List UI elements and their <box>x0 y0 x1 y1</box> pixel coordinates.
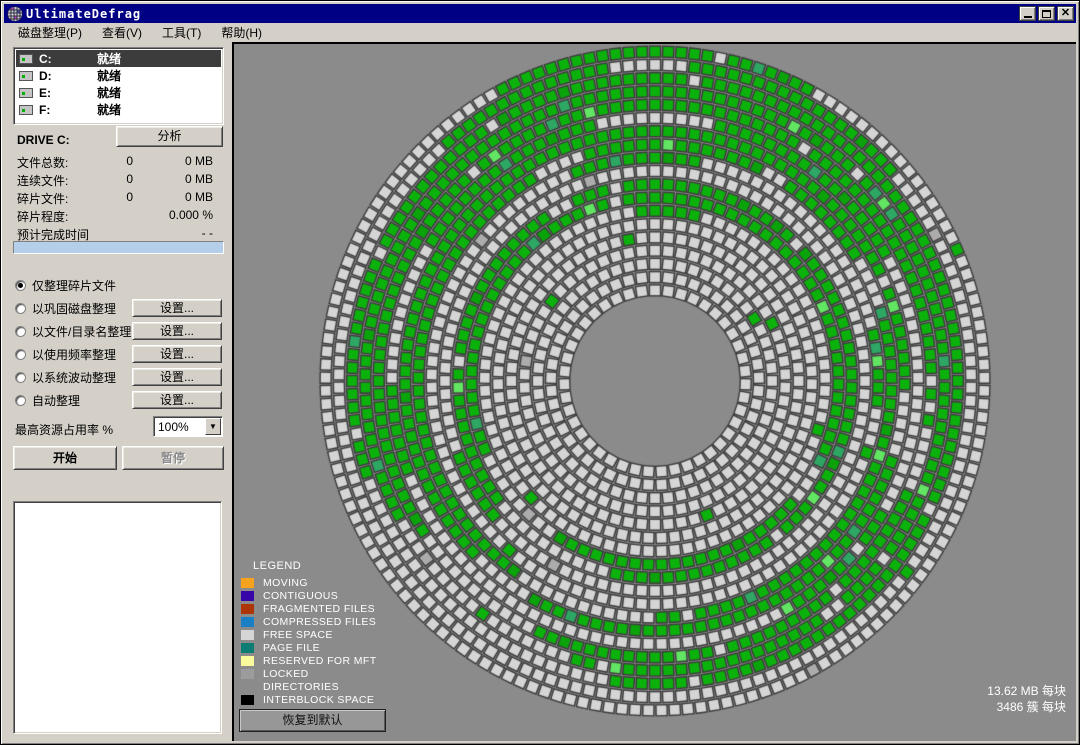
window-title: UltimateDefrag <box>26 7 141 21</box>
legend-item-page-file: PAGE FILE <box>241 641 377 654</box>
legend-item-contiguous: CONTIGUOUS <box>241 589 377 602</box>
drive-row-e[interactable]: E: 就绪 <box>16 84 221 101</box>
settings-button-auto[interactable]: 设置... <box>132 391 222 409</box>
radio-icon <box>15 349 26 360</box>
resource-usage-value: 100% <box>154 420 205 434</box>
progress-bar <box>13 241 224 254</box>
stat-total-files: 文件总数: 0 0 MB <box>17 154 223 172</box>
locked-swatch <box>241 669 254 679</box>
maximize-icon <box>1042 10 1051 18</box>
radio-system-volatility[interactable]: 以系统波动整理 设置... <box>15 366 225 389</box>
block-size-clusters: 3486 簇 每块 <box>987 699 1066 715</box>
radio-icon <box>15 303 26 314</box>
drive-row-d[interactable]: D: 就绪 <box>16 67 221 84</box>
legend-item-locked: LOCKED <box>241 667 377 680</box>
drive-icon <box>19 88 33 98</box>
interblock-swatch <box>241 695 254 705</box>
menu-defrag[interactable]: 磁盘整理(P) <box>10 22 90 43</box>
stat-fragmentation-level: 碎片程度: 0.000 % <box>17 208 223 226</box>
drive-icon <box>19 105 33 115</box>
radio-icon <box>15 326 26 337</box>
fragmented-swatch <box>241 604 254 614</box>
resource-usage-label: 最高资源占用率 % <box>15 421 113 438</box>
menu-bar: 磁盘整理(P) 查看(V) 工具(T) 帮助(H) <box>4 23 1076 42</box>
legend-item-compressed: COMPRESSED FILES <box>241 615 377 628</box>
drive-status: 就绪 <box>97 84 121 101</box>
legend-item-interblock: INTERBLOCK SPACE <box>241 693 377 706</box>
defrag-options: 仅整理碎片文件 以巩固磁盘整理 设置... 以文件/目录名整理 设置... 以使… <box>15 274 225 412</box>
stat-fragmented-files: 碎片文件: 0 0 MB <box>17 190 223 208</box>
settings-button-file-dir[interactable]: 设置... <box>132 322 222 340</box>
radio-icon <box>15 395 26 406</box>
legend-item-free-space: FREE SPACE <box>241 628 377 641</box>
close-icon: ✕ <box>1061 8 1070 19</box>
title-bar: UltimateDefrag ✕ <box>4 4 1076 23</box>
radio-file-dir-name[interactable]: 以文件/目录名整理 设置... <box>15 320 225 343</box>
drive-status: 就绪 <box>97 67 121 84</box>
app-window: UltimateDefrag ✕ 磁盘整理(P) 查看(V) 工具(T) 帮助(… <box>0 0 1080 745</box>
minimize-icon <box>1024 16 1032 18</box>
drive-row-f[interactable]: F: 就绪 <box>16 101 221 118</box>
block-size-mb: 13.62 MB 每块 <box>987 683 1066 699</box>
app-icon[interactable] <box>7 6 23 22</box>
radio-consolidate[interactable]: 以巩固磁盘整理 设置... <box>15 297 225 320</box>
resource-usage-select[interactable]: 100% ▼ <box>153 416 223 437</box>
drive-row-c[interactable]: C: 就绪 <box>16 50 221 67</box>
drive-letter: F: <box>39 103 97 117</box>
directories-swatch <box>241 682 254 692</box>
drive-icon <box>19 71 33 81</box>
free-space-swatch <box>241 630 254 640</box>
block-info: 13.62 MB 每块 3486 簇 每块 <box>987 683 1066 715</box>
mft-swatch <box>241 656 254 666</box>
settings-button-consolidate[interactable]: 设置... <box>132 299 222 317</box>
menu-tools[interactable]: 工具(T) <box>154 22 209 43</box>
radio-icon <box>15 372 26 383</box>
settings-button-usage[interactable]: 设置... <box>132 345 222 363</box>
minimize-button[interactable] <box>1019 6 1036 21</box>
page-file-swatch <box>241 643 254 653</box>
menu-view[interactable]: 查看(V) <box>94 22 150 43</box>
pause-button[interactable]: 暂停 <box>122 446 224 470</box>
drive-letter: D: <box>39 69 97 83</box>
drive-icon <box>19 54 33 64</box>
maximize-button[interactable] <box>1038 6 1055 21</box>
selected-drive-label: DRIVE C: <box>17 133 70 147</box>
file-list-box[interactable] <box>13 501 222 734</box>
legend-item-moving: MOVING <box>241 576 377 589</box>
legend: LEGEND MOVING CONTIGUOUS FRAGMENTED FILE… <box>241 560 377 706</box>
stat-contiguous-files: 连续文件: 0 0 MB <box>17 172 223 190</box>
drive-letter: E: <box>39 86 97 100</box>
analyze-button[interactable]: 分析 <box>116 126 223 147</box>
settings-button-volatility[interactable]: 设置... <box>132 368 222 386</box>
drive-list: C: 就绪 D: 就绪 E: 就绪 F: 就绪 <box>13 47 224 125</box>
chevron-down-icon[interactable]: ▼ <box>205 418 221 435</box>
moving-swatch <box>241 578 254 588</box>
legend-item-directories: DIRECTORIES <box>241 680 377 693</box>
left-panel: C: 就绪 D: 就绪 E: 就绪 F: 就绪 DRIVE C: 分析 <box>4 42 232 741</box>
radio-auto[interactable]: 自动整理 设置... <box>15 389 225 412</box>
legend-item-mft: RESERVED FOR MFT <box>241 654 377 667</box>
compressed-swatch <box>241 617 254 627</box>
contiguous-swatch <box>241 591 254 601</box>
radio-usage-frequency[interactable]: 以使用频率整理 设置... <box>15 343 225 366</box>
legend-title: LEGEND <box>253 560 377 572</box>
drive-letter: C: <box>39 52 97 66</box>
menu-help[interactable]: 帮助(H) <box>213 22 270 43</box>
restore-defaults-button[interactable]: 恢复到默认 <box>239 709 386 732</box>
drive-status: 就绪 <box>97 50 121 67</box>
drive-stats: 文件总数: 0 0 MB 连续文件: 0 0 MB 碎片文件: 0 0 MB 碎… <box>17 154 223 244</box>
close-button[interactable]: ✕ <box>1057 6 1074 21</box>
drive-status: 就绪 <box>97 101 121 118</box>
radio-icon <box>15 280 26 291</box>
disk-map-area: LEGEND MOVING CONTIGUOUS FRAGMENTED FILE… <box>232 42 1076 741</box>
start-button[interactable]: 开始 <box>13 446 117 470</box>
legend-item-fragmented: FRAGMENTED FILES <box>241 602 377 615</box>
radio-defrag-only[interactable]: 仅整理碎片文件 <box>15 274 225 297</box>
